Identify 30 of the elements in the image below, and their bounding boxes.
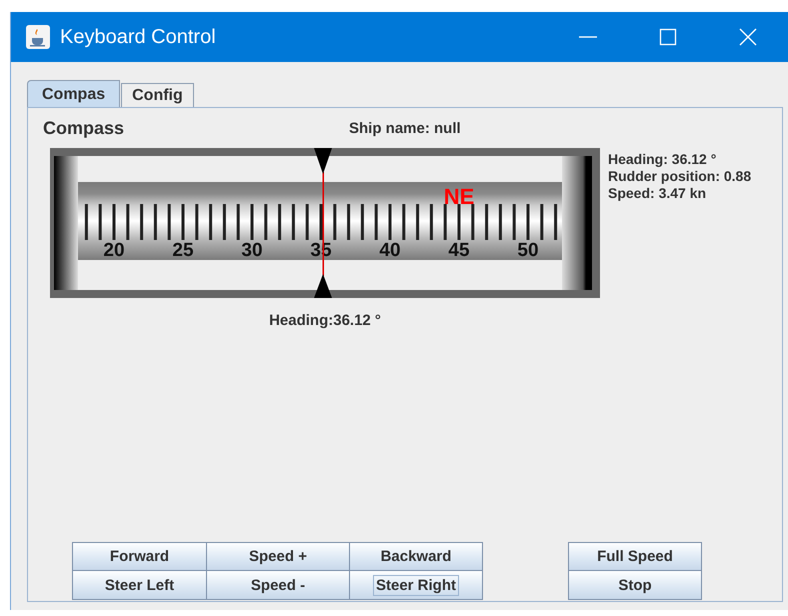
compass-title: Compass	[43, 118, 126, 138]
control-button[interactable]: Steer Left	[72, 570, 207, 600]
control-button[interactable]: Stop	[568, 570, 702, 600]
scale-label: 45	[448, 240, 470, 261]
minimize-icon	[579, 36, 597, 38]
top-pointer	[314, 148, 332, 174]
close-icon	[739, 28, 757, 46]
control-button[interactable]: Steer Right	[349, 570, 483, 600]
direction-label: NE	[444, 184, 474, 209]
control-button[interactable]: Full Speed	[568, 542, 702, 571]
control-button[interactable]: Forward	[72, 542, 207, 571]
tab[interactable]: Config	[121, 83, 194, 107]
scale-label: 25	[172, 240, 194, 261]
readout-label: Rudder position: 0.88	[608, 168, 752, 184]
scale-label: 30	[241, 240, 263, 261]
tab[interactable]: Compas	[27, 80, 120, 107]
readout-label: Heading: 36.12 °	[608, 151, 718, 167]
window-title: Keyboard Control	[60, 26, 217, 48]
scale-label: 50	[517, 240, 539, 261]
bottom-pointer	[314, 274, 332, 298]
control-button[interactable]: Speed +	[206, 542, 350, 571]
scale-label: 40	[379, 240, 401, 261]
heading-caption: Heading:36.12 °	[269, 312, 381, 329]
app-icon	[26, 25, 50, 49]
maximize-icon	[659, 28, 677, 46]
scale-label: 20	[103, 240, 125, 261]
control-button[interactable]: Backward	[349, 542, 483, 571]
readout-label: Speed: 3.47 kn	[608, 185, 708, 201]
control-button[interactable]: Speed -	[206, 570, 350, 600]
ship-name-label: Ship name: null	[349, 120, 461, 136]
